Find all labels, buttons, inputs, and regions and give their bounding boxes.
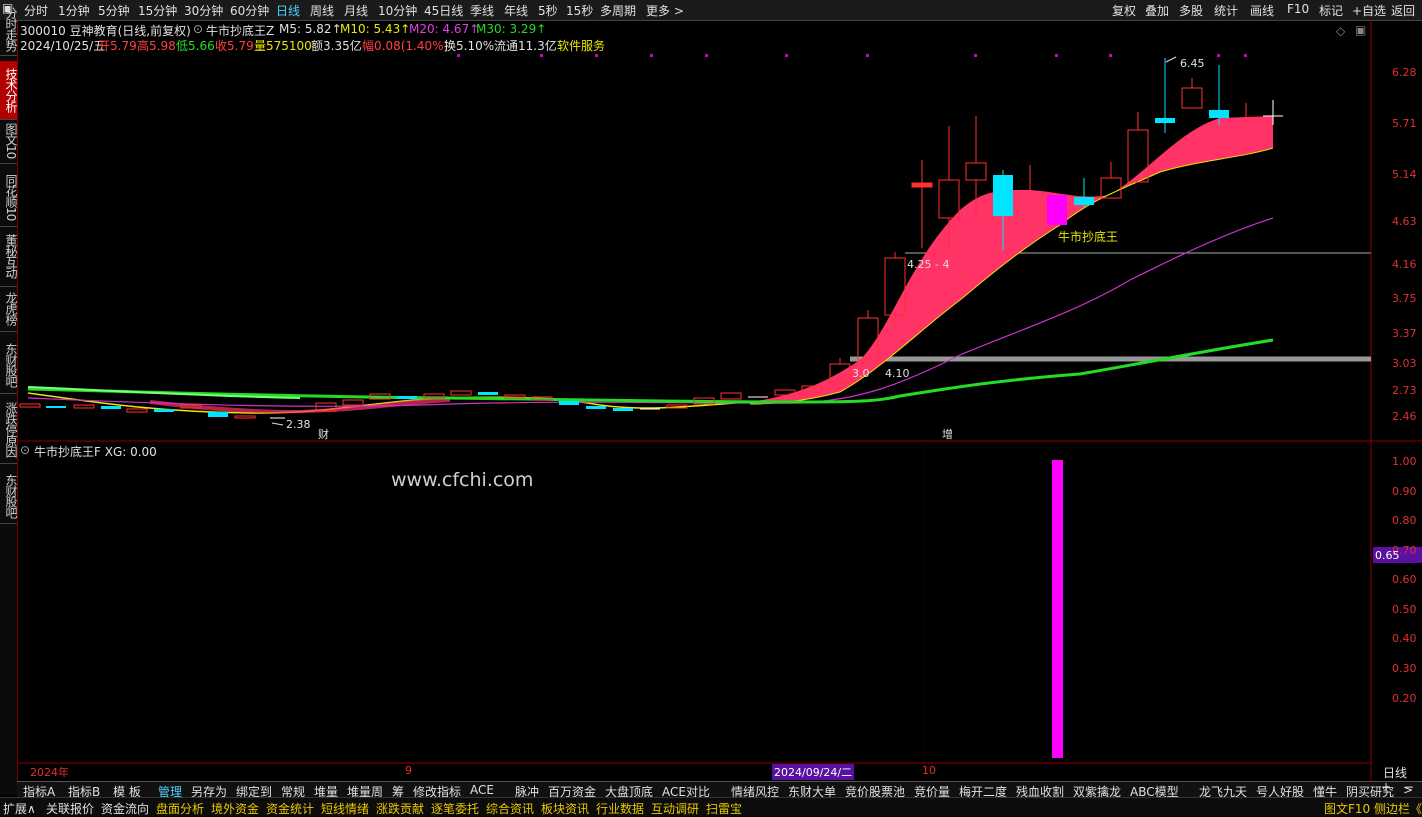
- indicator-tab[interactable]: ACE: [470, 783, 494, 797]
- tag-zeng: 增: [942, 427, 953, 441]
- period-label: 日线: [1383, 766, 1408, 780]
- lower-indicator-title: 牛市抄底王F XG: 0.00: [34, 445, 157, 459]
- price-axis-label: 4.63: [1392, 215, 1417, 228]
- support-label-2: 4.10: [885, 367, 910, 380]
- range-label: 4.25 - 4: [907, 258, 949, 271]
- high-price-label: 6.45: [1180, 57, 1205, 70]
- price-axis-label: 4.16: [1392, 258, 1417, 271]
- status-link[interactable]: 短线情绪: [321, 800, 369, 817]
- status-link[interactable]: 综合资讯: [486, 800, 534, 817]
- signal-label: 牛市抄底王: [1058, 229, 1118, 244]
- low-price-label: 2.38: [286, 418, 311, 431]
- price-axis-label: 3.75: [1392, 292, 1417, 305]
- status-link[interactable]: 行业数据: [596, 800, 644, 817]
- x-axis-year: 2024年: [30, 766, 69, 779]
- price-axis-label: 3.03: [1392, 357, 1417, 370]
- lower-axis-label: 0.60: [1392, 573, 1417, 586]
- signal-bar: [1052, 460, 1063, 758]
- status-link[interactable]: 互动调研: [651, 800, 699, 817]
- zoom-out-icon[interactable]: −: [1404, 780, 1414, 794]
- support-label: 3.0: [852, 367, 870, 380]
- status-link[interactable]: 关联报价: [46, 800, 94, 817]
- status-bar: 图文F10 侧边栏《 扩展∧ 关联报价 资金流向 盘面分析 境外资金 资金统计 短线情绪 涨跌…: [0, 797, 1422, 816]
- price-axis-label: 2.73: [1392, 384, 1417, 397]
- ma30-line: [27, 338, 1274, 404]
- indicator-tabs: 指标A 指标B 模 板管理 另存为 绑定到 常规 堆量 堆量周筹修改指标 ACE 脉冲 百万资金 大盘…: [17, 781, 1422, 799]
- lower-axis-label: 1.00: [1392, 455, 1417, 468]
- lower-axis-label: 0.30: [1392, 662, 1417, 675]
- status-link[interactable]: 涨跌贡献: [376, 800, 424, 817]
- x-axis-month-9: 9: [405, 764, 412, 777]
- lower-settings-icon[interactable]: ⊙: [20, 443, 30, 457]
- price-axis-label: 5.71: [1392, 117, 1417, 130]
- status-link[interactable]: 资金流向: [101, 800, 149, 817]
- lower-axis-label: 0.90: [1392, 485, 1417, 498]
- status-link[interactable]: 资金统计: [266, 800, 314, 817]
- x-axis-month-10: 10: [922, 764, 936, 777]
- status-link[interactable]: 境外资金: [211, 800, 259, 817]
- tag-cai: 财: [318, 427, 329, 441]
- lower-axis-label: 0.50: [1392, 603, 1417, 616]
- status-link[interactable]: 板块资讯: [541, 800, 589, 817]
- top-markers: [457, 54, 1247, 57]
- price-axis-label: 3.37: [1392, 327, 1417, 340]
- status-link[interactable]: 逐笔委托: [431, 800, 479, 817]
- price-axis-label: 5.14: [1392, 168, 1417, 181]
- price-axis-label: 6.28: [1392, 66, 1417, 79]
- watermark: www.cfchi.com: [391, 469, 534, 491]
- x-axis-cursor-date: 2024/09/24/二: [772, 764, 855, 780]
- lower-axis-label: 0.40: [1392, 632, 1417, 645]
- lower-current-value: 0.65: [1375, 549, 1400, 562]
- status-link[interactable]: 扩展∧: [3, 800, 36, 817]
- f10-sidebar-link[interactable]: 图文F10 侧边栏《: [1324, 800, 1422, 817]
- zoom-in-icon[interactable]: +: [1381, 780, 1391, 794]
- lower-axis-label: 0.20: [1392, 692, 1417, 705]
- kline-chart[interactable]: 6.45 2.38 4.25 - 4 3.0 4.10 牛市抄底王 财 增: [0, 0, 1422, 815]
- status-link[interactable]: 盘面分析: [156, 800, 204, 817]
- price-axis-label: 2.46: [1392, 410, 1417, 423]
- status-link[interactable]: 扫雷宝: [706, 800, 742, 817]
- ma20-line: [27, 217, 1274, 407]
- lower-axis-label: 0.80: [1392, 514, 1417, 527]
